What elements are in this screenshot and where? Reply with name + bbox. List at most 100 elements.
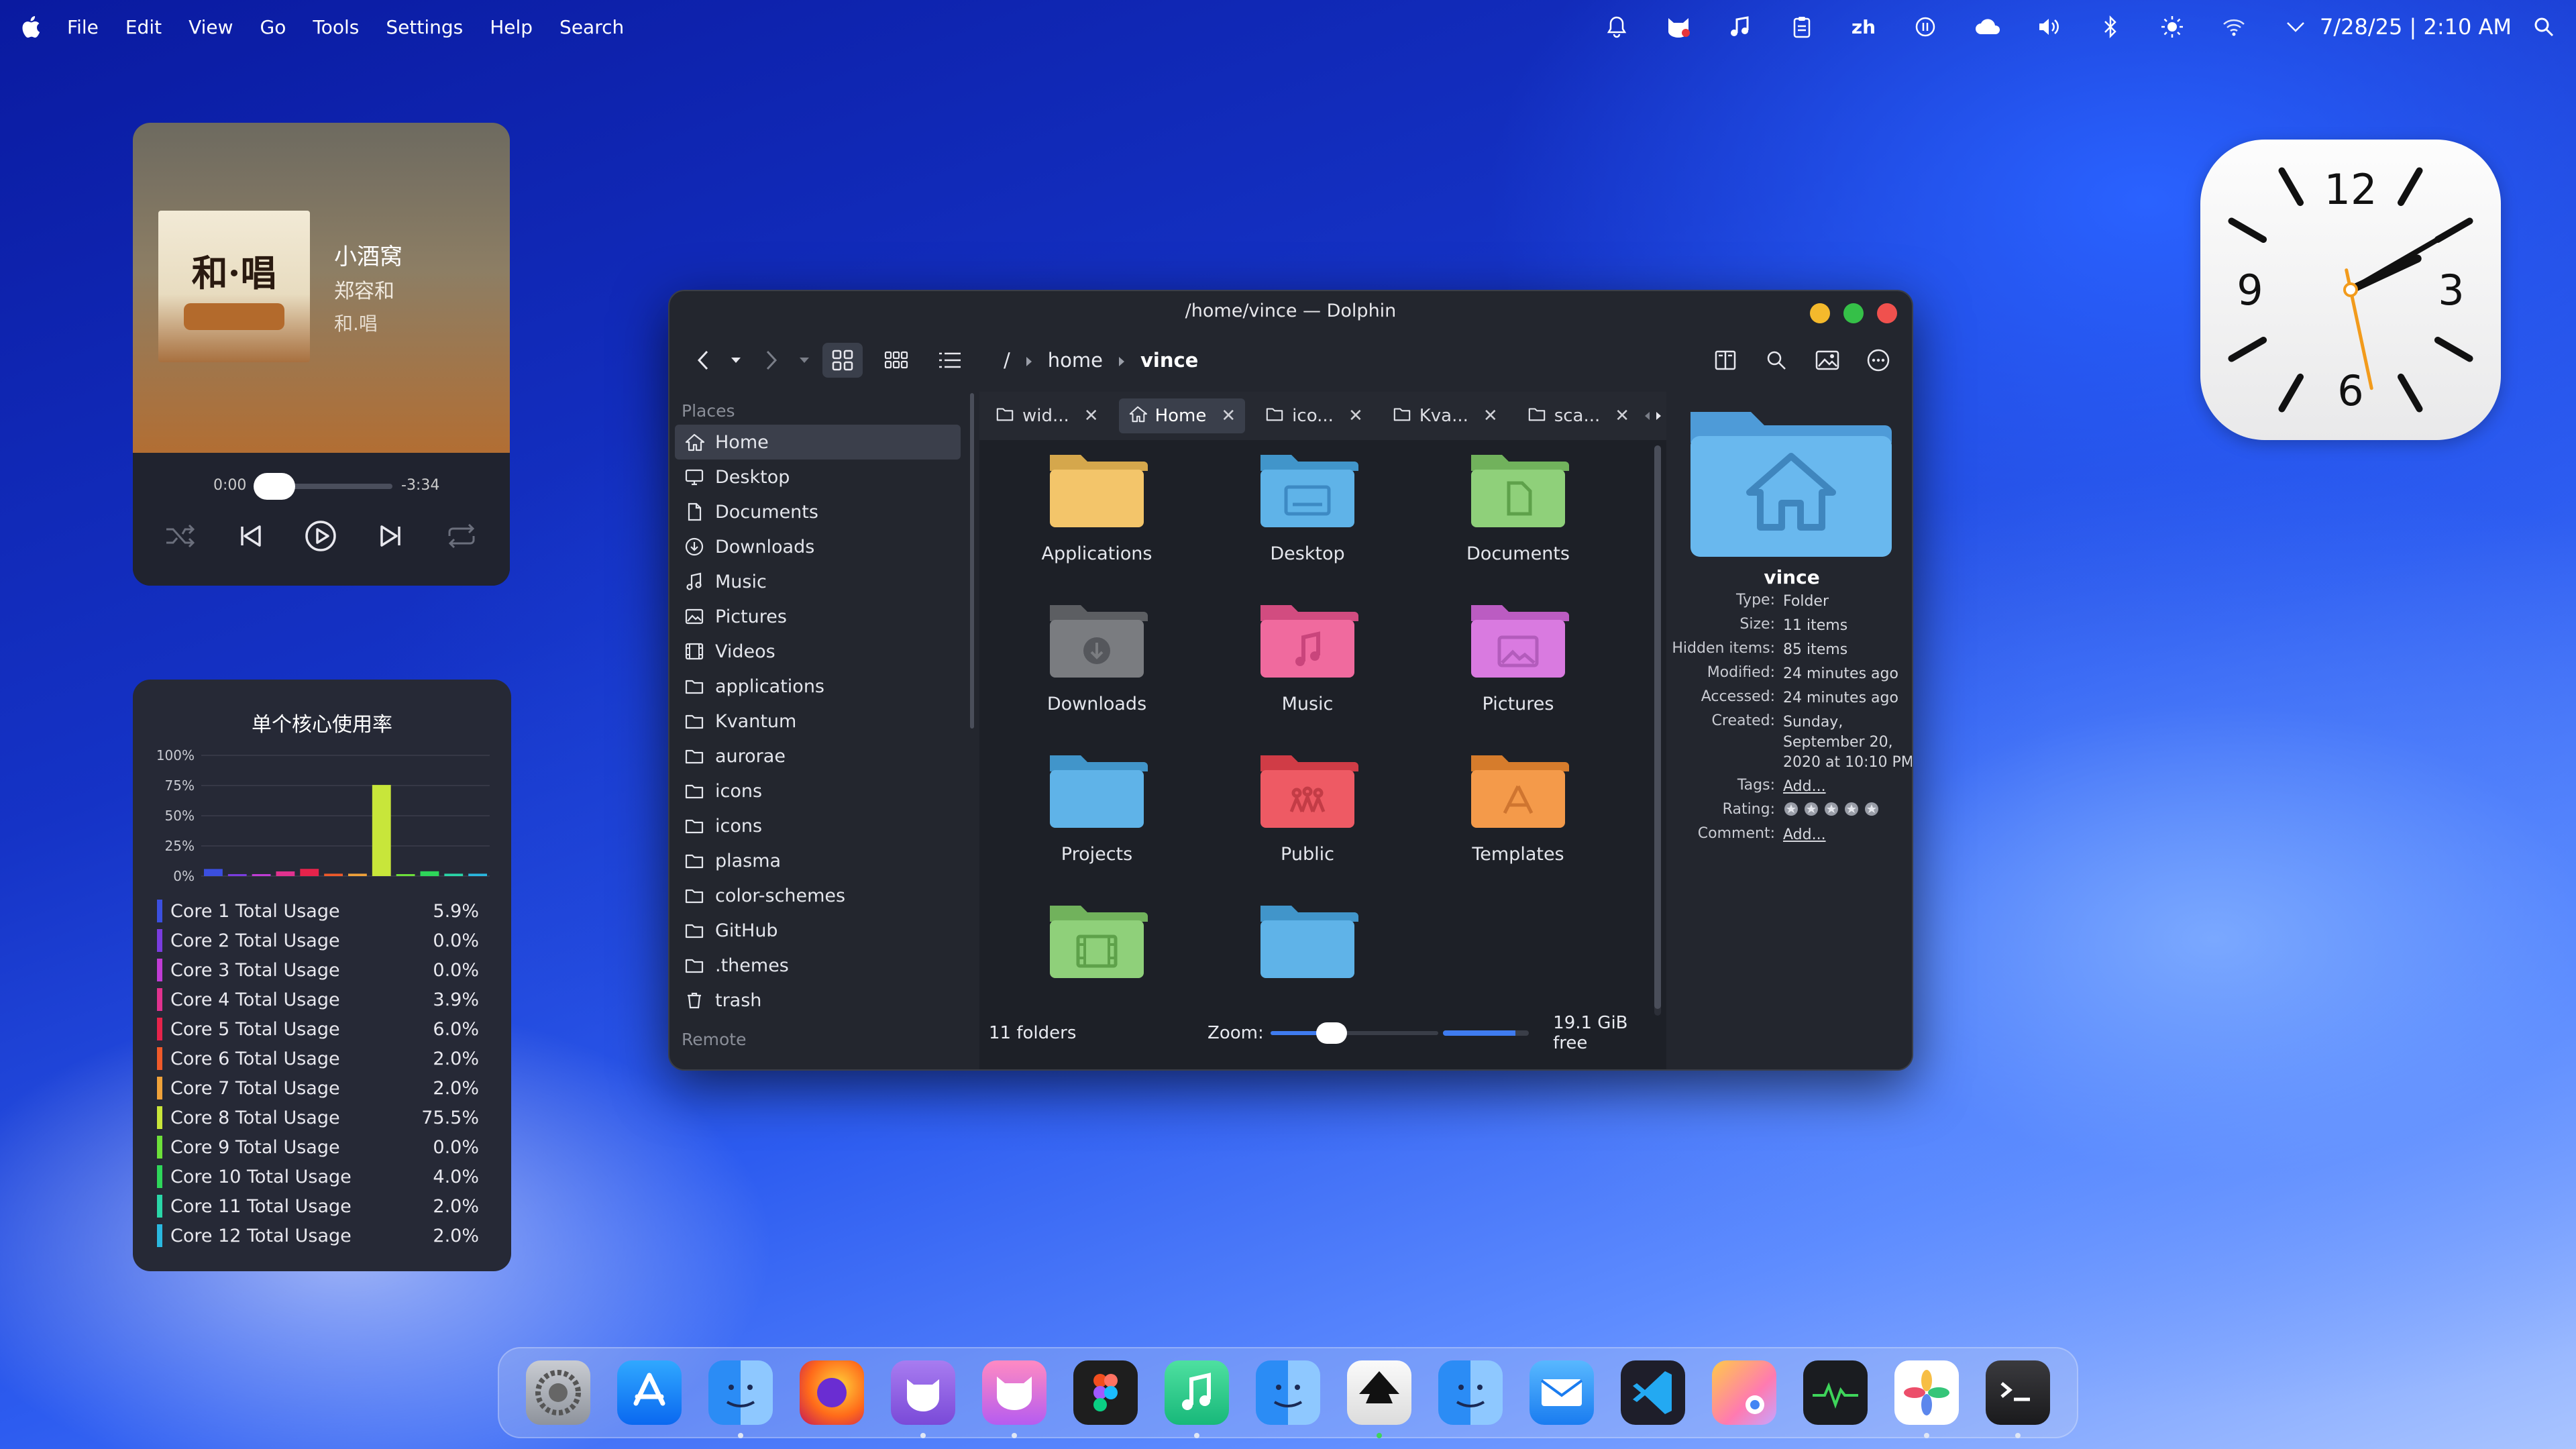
more-options-icon[interactable] [1861, 343, 1896, 378]
file-item-documents[interactable]: Documents [1431, 445, 1605, 564]
file-item-music[interactable]: Music [1220, 596, 1395, 714]
breadcrumb-root[interactable]: / [1004, 349, 1010, 372]
sidebar-item-trash[interactable]: trash [675, 983, 961, 1018]
volume-icon[interactable] [2035, 13, 2062, 40]
file-item-folder-9[interactable] [1010, 896, 1184, 986]
sidebar-scrollbar[interactable] [967, 393, 977, 1024]
file-item-folder-10[interactable] [1220, 896, 1395, 986]
tab-4[interactable]: sca... ✕ [1518, 398, 1639, 433]
dock-mail-icon[interactable] [1529, 1360, 1594, 1425]
repeat-icon[interactable] [441, 516, 482, 556]
back-arrow-icon[interactable] [686, 343, 720, 378]
file-item-templates[interactable]: Templates [1431, 746, 1605, 865]
bluetooth-icon[interactable] [2097, 13, 2124, 40]
next-track-icon[interactable] [371, 516, 411, 556]
brightness-icon[interactable] [2159, 13, 2186, 40]
dock-terminal-icon[interactable] [1986, 1360, 2050, 1438]
cloud-icon[interactable] [1974, 13, 2000, 40]
breadcrumb-home[interactable]: home [1048, 349, 1103, 372]
sidebar-item-icons[interactable]: icons [675, 808, 961, 843]
notification-bell-icon[interactable] [1603, 13, 1630, 40]
close-button[interactable] [1877, 303, 1897, 323]
tab-scroll-arrows-icon[interactable] [1640, 397, 1666, 435]
zoom-slider-knob[interactable] [1316, 1022, 1347, 1044]
chevron-down-icon[interactable] [2282, 13, 2309, 40]
compact-view-icon[interactable] [876, 343, 916, 378]
clipboard-icon[interactable] [1788, 13, 1815, 40]
input-language[interactable]: zh [1850, 13, 1877, 40]
dock-activity-monitor-icon[interactable] [1803, 1360, 1868, 1425]
breadcrumb-current[interactable]: vince [1140, 349, 1198, 372]
tab-close-icon[interactable]: ✕ [1221, 406, 1236, 426]
file-view-scrollbar[interactable] [1654, 445, 1661, 1016]
file-item-applications[interactable]: Applications [1010, 445, 1184, 564]
sidebar-item-icons[interactable]: icons [675, 773, 961, 808]
tab-close-icon[interactable]: ✕ [1615, 406, 1629, 426]
dock-finder-icon[interactable] [1256, 1360, 1320, 1425]
dock-photos-icon[interactable] [1894, 1360, 1959, 1438]
forward-history-chevron-icon[interactable] [794, 343, 814, 378]
dock-vscode-icon[interactable] [1621, 1360, 1685, 1425]
sidebar-item-kvantum[interactable]: Kvantum [675, 704, 961, 739]
menu-go[interactable]: Go [260, 16, 286, 38]
menu-tools[interactable]: Tools [313, 16, 359, 38]
sidebar-item-aurorae[interactable]: aurorae [675, 739, 961, 773]
previous-track-icon[interactable] [230, 516, 270, 556]
dock-github-icon[interactable] [891, 1360, 955, 1438]
tab-0[interactable]: wid... ✕ [986, 398, 1108, 433]
sidebar-item-plasma[interactable]: plasma [675, 843, 961, 878]
file-item-projects[interactable]: Projects [1010, 746, 1184, 865]
search-icon[interactable] [1759, 343, 1794, 378]
window-titlebar[interactable]: /home/vince — Dolphin [669, 291, 1912, 331]
apple-logo-icon[interactable] [19, 13, 43, 40]
dock-system-settings-icon[interactable] [526, 1360, 590, 1425]
sidebar-item-documents[interactable]: Documents [675, 494, 961, 529]
maximize-button[interactable] [1843, 303, 1864, 323]
dock-figma-icon[interactable] [1073, 1360, 1138, 1425]
music-tray-icon[interactable] [1727, 13, 1754, 40]
file-item-desktop[interactable]: Desktop [1220, 445, 1395, 564]
shuffle-icon[interactable] [160, 516, 200, 556]
menu-help[interactable]: Help [490, 16, 533, 38]
play-button-icon[interactable] [301, 516, 341, 556]
tab-close-icon[interactable]: ✕ [1084, 406, 1099, 426]
dock-chrome-icon[interactable] [1712, 1360, 1776, 1425]
icons-view-icon[interactable] [822, 343, 863, 378]
menubar-datetime[interactable]: 7/28/25 | 2:10 AM [2320, 14, 2512, 40]
zoom-slider[interactable] [1270, 1020, 1438, 1046]
rating-stars[interactable] [1783, 801, 1912, 823]
tab-1[interactable]: Home ✕ [1118, 398, 1246, 433]
star-icon[interactable] [1803, 802, 1819, 821]
sidebar-item-desktop[interactable]: Desktop [675, 460, 961, 494]
sidebar-item-music[interactable]: Music [675, 564, 961, 599]
sidebar-item-colorschemes[interactable]: color-schemes [675, 878, 961, 913]
dock-finder-icon[interactable] [1438, 1360, 1503, 1425]
menu-edit[interactable]: Edit [125, 16, 162, 38]
star-icon[interactable] [1783, 802, 1799, 821]
info-add-link[interactable]: Add... [1783, 777, 1912, 797]
menu-file[interactable]: File [67, 16, 99, 38]
dock-finder-icon[interactable] [708, 1360, 773, 1438]
info-add-link[interactable]: Add... [1783, 825, 1912, 845]
seek-knob[interactable] [254, 473, 295, 500]
sidebar-item-pictures[interactable]: Pictures [675, 599, 961, 634]
menu-search[interactable]: Search [559, 16, 624, 38]
forward-arrow-icon[interactable] [754, 343, 789, 378]
file-item-downloads[interactable]: Downloads [1010, 596, 1184, 714]
star-icon[interactable] [1843, 802, 1860, 821]
sidebar-item-downloads[interactable]: Downloads [675, 529, 961, 564]
menu-settings[interactable]: Settings [386, 16, 463, 38]
tab-close-icon[interactable]: ✕ [1348, 406, 1363, 426]
sidebar-item-home[interactable]: Home [675, 425, 961, 460]
tab-close-icon[interactable]: ✕ [1483, 406, 1498, 426]
search-icon[interactable] [2530, 13, 2557, 40]
sidebar-item-github[interactable]: GitHub [675, 913, 961, 948]
menu-view[interactable]: View [189, 16, 233, 38]
wifi-icon[interactable] [2220, 13, 2247, 40]
file-item-public[interactable]: Public [1220, 746, 1395, 865]
dock-cat-app-icon[interactable] [982, 1360, 1046, 1438]
sidebar-item-videos[interactable]: Videos [675, 634, 961, 669]
tab-2[interactable]: ico... ✕ [1256, 398, 1373, 433]
pause-icon[interactable] [1912, 13, 1939, 40]
preview-icon[interactable] [1810, 343, 1845, 378]
